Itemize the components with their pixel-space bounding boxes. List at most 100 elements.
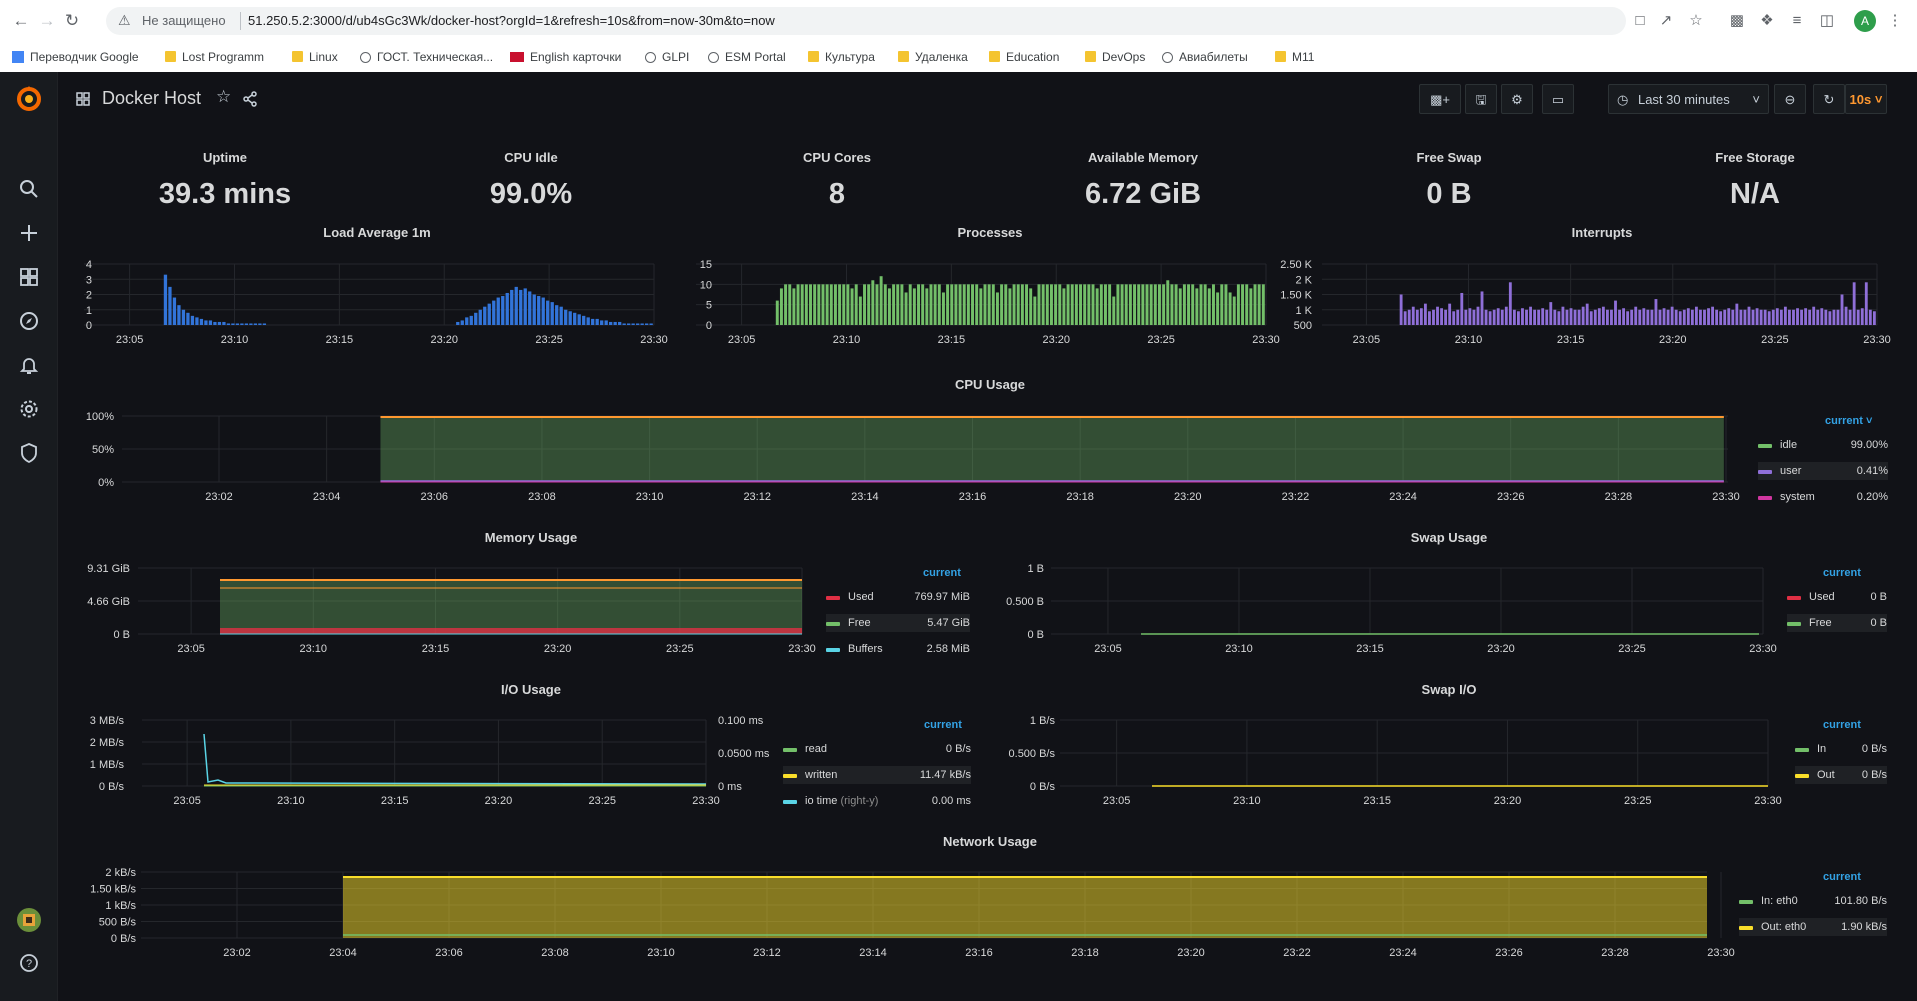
y-tick-label: 4 <box>86 259 92 271</box>
legend-header-swap[interactable]: current <box>1823 567 1861 579</box>
bar <box>1496 308 1500 325</box>
legend-swatch <box>1739 900 1753 904</box>
bar <box>1145 284 1149 325</box>
y-tick-label: 2 K <box>1295 274 1312 286</box>
bar <box>1403 311 1407 325</box>
legend-item-swap-free[interactable]: Free 0 B <box>1787 614 1887 632</box>
bar <box>1820 308 1824 325</box>
y-tick-label: 2 <box>86 290 92 302</box>
y-tick-label: 50% <box>92 444 114 456</box>
x-tick-label: 23:10 <box>1225 643 1253 655</box>
bar <box>1228 292 1232 325</box>
bar <box>1618 309 1621 325</box>
x-tick-label: 23:10 <box>647 947 675 959</box>
bar <box>1731 309 1735 325</box>
y-tick-label: 0 <box>86 320 92 332</box>
bar <box>1779 309 1783 325</box>
x-tick-label: 23:05 <box>173 795 201 807</box>
bar <box>1004 284 1008 325</box>
bar <box>788 284 792 325</box>
legend-item-cpu-idle[interactable]: idle 99.00% <box>1758 436 1888 454</box>
y-tick-label: 1.50 kB/s <box>90 884 136 896</box>
bar <box>190 315 195 325</box>
bar <box>1103 284 1107 325</box>
legend-header-memory[interactable]: current <box>923 567 961 579</box>
legend-item-memory-buffers[interactable]: Buffers 2.58 MiB <box>826 640 970 658</box>
bar <box>568 311 572 325</box>
bar <box>954 284 958 325</box>
bar <box>1476 306 1480 325</box>
bar <box>1788 309 1791 325</box>
legend-item-swap-out[interactable]: Out 0 B/s <box>1795 766 1887 784</box>
legend-header-network[interactable]: current <box>1823 871 1861 883</box>
bar <box>1666 309 1670 325</box>
legend-swatch <box>1758 470 1772 474</box>
y-tick-label: 0 B <box>1027 629 1044 641</box>
x-tick-label: 23:20 <box>485 795 513 807</box>
bar <box>1719 311 1723 325</box>
legend-item-io-read[interactable]: read 0 B/s <box>783 740 971 758</box>
x-tick-label: 23:30 <box>1863 334 1891 346</box>
y-tick-label: 1.50 K <box>1280 290 1312 302</box>
bar <box>1662 308 1666 325</box>
y-tick-label: 0 B/s <box>99 781 125 793</box>
x-tick-label: 23:05 <box>116 334 144 346</box>
bar <box>1581 306 1585 325</box>
bar <box>921 284 925 325</box>
legend-item-network-in[interactable]: In: eth0 101.80 B/s <box>1739 892 1887 910</box>
area-used <box>220 628 802 634</box>
bar <box>1448 303 1452 325</box>
legend-header-cpu[interactable]: current ˅ <box>1825 415 1872 427</box>
bar <box>796 284 800 325</box>
bar <box>1690 309 1694 325</box>
y2-tick-label: 0 ms <box>718 781 742 793</box>
bar <box>1508 282 1512 325</box>
bar <box>1253 284 1257 325</box>
x-tick-label: 23:25 <box>1624 795 1652 807</box>
x-tick-label: 23:02 <box>205 491 233 503</box>
x-tick-label: 23:30 <box>1749 643 1777 655</box>
y-tick-label: 10 <box>700 279 712 291</box>
legend-item-io-written[interactable]: written 11.47 kB/s <box>783 766 971 784</box>
bar <box>950 284 954 325</box>
bar <box>1626 311 1630 325</box>
legend-item-swap-used[interactable]: Used 0 B <box>1787 588 1887 606</box>
legend-header-io[interactable]: current <box>924 719 962 731</box>
legend-item-cpu-user[interactable]: user 0.41% <box>1758 462 1888 480</box>
bar <box>979 288 983 325</box>
x-tick-label: 23:10 <box>1233 795 1261 807</box>
y-tick-label: 1 K <box>1295 305 1312 317</box>
bar <box>1642 308 1646 325</box>
bar <box>1472 309 1476 325</box>
bar <box>168 286 172 325</box>
x-tick-label: 23:08 <box>528 491 556 503</box>
bar <box>618 321 622 325</box>
bar <box>1058 284 1062 325</box>
bar <box>1241 284 1245 325</box>
x-tick-label: 23:05 <box>728 334 756 346</box>
x-tick-label: 23:22 <box>1282 491 1310 503</box>
legend-item-swap-in[interactable]: In 0 B/s <box>1795 740 1887 758</box>
x-tick-label: 23:20 <box>1659 334 1687 346</box>
x-tick-label: 23:06 <box>421 491 449 503</box>
bar <box>1484 309 1488 325</box>
x-tick-label: 23:30 <box>640 334 668 346</box>
x-tick-label: 23:15 <box>1557 334 1585 346</box>
bar <box>1415 309 1419 325</box>
x-tick-label: 23:15 <box>381 795 409 807</box>
bar <box>1646 309 1650 325</box>
x-tick-label: 23:10 <box>833 334 861 346</box>
legend-item-cpu-system[interactable]: system 0.20% <box>1758 488 1888 506</box>
legend-item-memory-used[interactable]: Used 769.97 MiB <box>826 588 970 606</box>
legend-item-memory-free[interactable]: Free 5.47 GiB <box>826 614 970 632</box>
legend-swatch <box>826 622 840 626</box>
bar <box>564 309 568 325</box>
bar <box>1423 303 1427 325</box>
legend-item-io-time[interactable]: io time (right-y) 0.00 ms <box>783 792 971 810</box>
y-tick-label: 1 kB/s <box>105 900 136 912</box>
bar <box>1868 309 1872 325</box>
x-tick-label: 23:20 <box>1494 795 1522 807</box>
bar <box>235 323 240 325</box>
legend-item-network-out[interactable]: Out: eth0 1.90 kB/s <box>1739 918 1887 936</box>
legend-header-swap-io[interactable]: current <box>1823 719 1861 731</box>
